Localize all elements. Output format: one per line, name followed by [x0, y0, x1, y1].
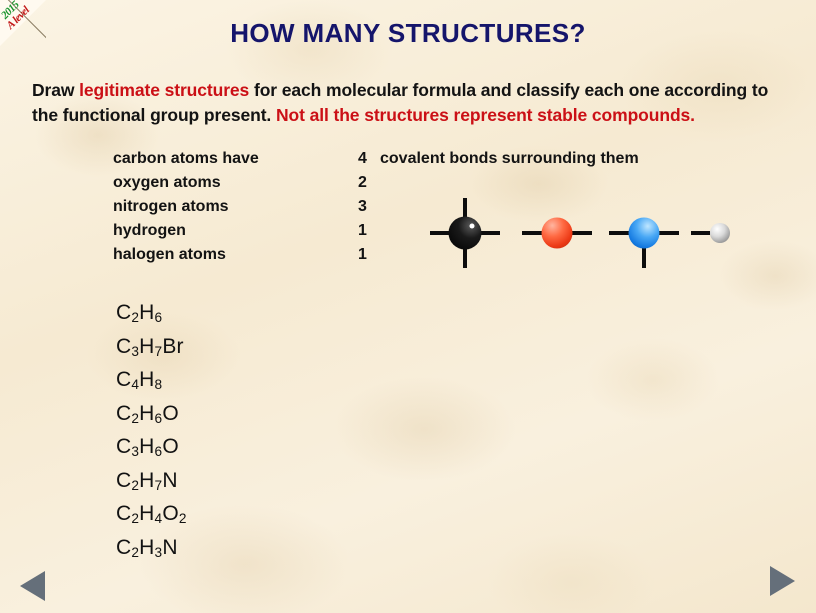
- nitrogen-bond-down: [642, 246, 646, 268]
- atom-model-diagram: [428, 196, 730, 270]
- formula-item: C2H4O2: [116, 502, 187, 527]
- valence-element-name: carbon atoms have: [113, 150, 259, 167]
- nitrogen-bond-right: [657, 231, 679, 235]
- carbon-atom-model: [428, 196, 502, 270]
- molecular-formula-list: C2H6 C3H7Br C4H8 C2H6O C3H6O C2H7N C2H4O…: [116, 296, 187, 564]
- valence-element-name: oxygen atoms: [113, 174, 221, 191]
- valence-row: oxygen atoms 2: [113, 174, 639, 198]
- instruction-highlight-legitimate-structures: legitimate structures: [79, 80, 250, 100]
- formula-item: C2H6: [116, 301, 163, 326]
- formula-item: C4H8: [116, 368, 163, 393]
- hydrogen-sphere-icon: [710, 223, 730, 243]
- valence-bond-count: 4: [358, 150, 367, 167]
- hydrogen-bond-left: [691, 231, 710, 235]
- slide-canvas: 2015 A level HOW MANY STRUCTURES? Draw l…: [0, 0, 816, 613]
- valence-element-name: halogen atoms: [113, 246, 226, 263]
- valence-bond-count: 2: [358, 174, 367, 191]
- nitrogen-atom-model: [607, 196, 681, 270]
- valence-tail-text: covalent bonds surrounding them: [380, 150, 639, 167]
- instructions-paragraph: Draw legitimate structures for each mole…: [32, 78, 792, 128]
- valence-element-name: nitrogen atoms: [113, 198, 229, 215]
- next-slide-arrow-icon[interactable]: [770, 566, 795, 596]
- nitrogen-sphere-icon: [628, 217, 660, 249]
- instruction-segment-1: Draw: [32, 80, 80, 100]
- oxygen-bond-right: [570, 231, 592, 235]
- formula-item: C2H6O: [116, 401, 179, 426]
- formula-item: C3H6O: [116, 435, 179, 460]
- oxygen-atom-model: [520, 196, 594, 270]
- hydrogen-atom-model: [683, 196, 757, 270]
- valence-bond-count: 1: [358, 222, 367, 239]
- formula-item: C3H7Br: [116, 334, 184, 359]
- instruction-highlight-warning: Not all the structures represent stable …: [275, 104, 695, 125]
- formula-item: C2H3N: [116, 535, 178, 560]
- oxygen-sphere-icon: [541, 217, 573, 249]
- valence-bond-count: 1: [358, 246, 367, 263]
- valence-row: carbon atoms have 4 covalent bonds surro…: [113, 150, 639, 174]
- valence-element-name: hydrogen: [113, 222, 186, 239]
- carbon-sphere-icon: [448, 216, 482, 250]
- previous-slide-arrow-icon[interactable]: [20, 571, 45, 601]
- valence-bond-count: 3: [358, 198, 367, 215]
- page-title: HOW MANY STRUCTURES?: [230, 18, 586, 48]
- formula-item: C2H7N: [116, 468, 178, 493]
